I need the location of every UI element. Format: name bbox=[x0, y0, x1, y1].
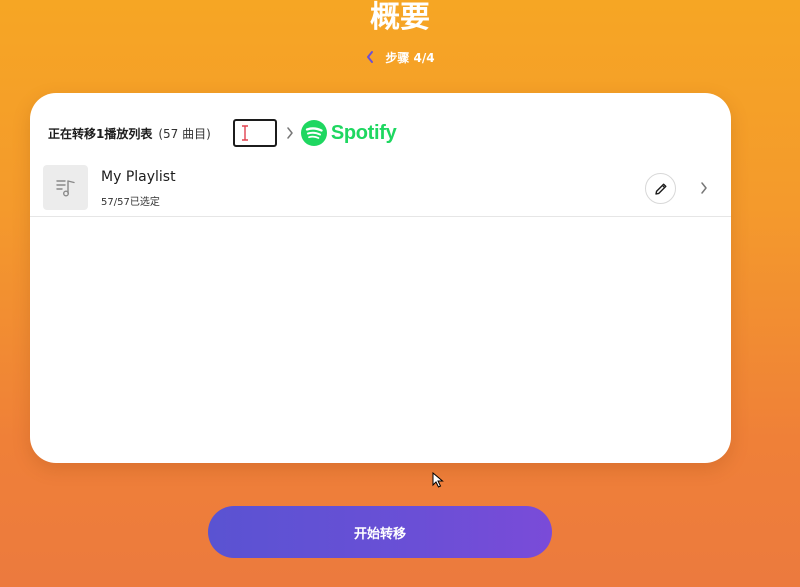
chevron-right-icon bbox=[285, 126, 295, 140]
mouse-pointer-icon bbox=[432, 472, 444, 488]
chevron-left-icon[interactable] bbox=[365, 50, 375, 64]
playlist-name: My Playlist bbox=[101, 169, 176, 185]
edit-playlist-button[interactable] bbox=[645, 173, 676, 204]
spotify-logo: Spotify bbox=[300, 120, 397, 146]
spotify-icon bbox=[300, 120, 327, 146]
music-note-icon bbox=[55, 179, 75, 196]
transfer-header: 正在转移1播放列表 (57 曲目) Spotify bbox=[48, 115, 708, 151]
pencil-icon bbox=[654, 183, 666, 195]
playlist-selected-count: 57/57已选定 bbox=[101, 197, 160, 208]
summary-card: 正在转移1播放列表 (57 曲目) Spotify My Playlist 57… bbox=[30, 93, 731, 463]
source-service-box bbox=[232, 119, 277, 147]
playlist-thumbnail bbox=[43, 165, 88, 210]
step-text: 步骤 4/4 bbox=[385, 50, 435, 65]
playlist-row[interactable]: My Playlist 57/57已选定 bbox=[30, 163, 731, 217]
text-cursor-icon bbox=[241, 125, 248, 141]
track-count: (57 曲目) bbox=[158, 126, 211, 141]
spotify-wordmark: Spotify bbox=[330, 121, 397, 144]
step-indicator: 步骤 4/4 bbox=[0, 47, 800, 67]
start-transfer-button[interactable]: 开始转移 bbox=[208, 506, 552, 558]
chevron-right-icon[interactable] bbox=[699, 180, 709, 196]
page-title: 概要 bbox=[370, 0, 430, 35]
transfer-label: 正在转移1播放列表 bbox=[48, 126, 153, 141]
